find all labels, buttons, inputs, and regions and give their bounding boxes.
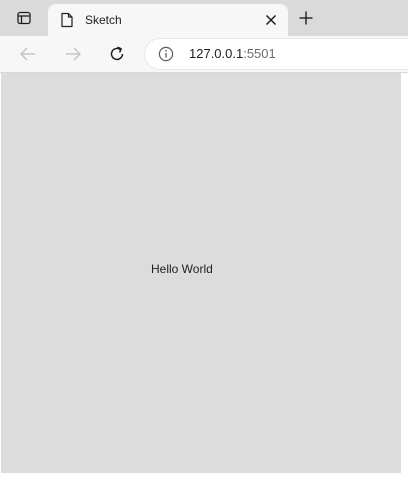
arrow-left-icon bbox=[20, 47, 35, 61]
tab-active[interactable]: Sketch bbox=[48, 4, 288, 36]
arrow-right-icon bbox=[66, 47, 81, 61]
tab-title: Sketch bbox=[85, 13, 122, 27]
info-icon[interactable] bbox=[158, 46, 174, 62]
plus-icon bbox=[299, 11, 313, 25]
url-host: 127.0.0.1 bbox=[189, 46, 244, 61]
url-port: :5501 bbox=[243, 46, 276, 61]
tab-actions-icon bbox=[17, 11, 31, 25]
toolbar: 127.0.0.1:5501 bbox=[0, 36, 408, 72]
forward-button[interactable] bbox=[59, 40, 87, 68]
sketch-canvas[interactable]: Hello World bbox=[1, 73, 401, 473]
browser-window: Sketch 127.0.0.1:5501 Hello World bbox=[0, 0, 408, 480]
back-button[interactable] bbox=[14, 40, 42, 68]
url-text: 127.0.0.1:5501 bbox=[189, 46, 276, 62]
close-icon bbox=[265, 14, 277, 26]
reload-icon bbox=[110, 46, 124, 61]
tab-strip: Sketch bbox=[0, 0, 408, 36]
tab-actions-button[interactable] bbox=[8, 5, 40, 31]
close-tab-button[interactable] bbox=[262, 11, 280, 29]
page-icon bbox=[61, 12, 73, 28]
address-bar[interactable]: 127.0.0.1:5501 bbox=[145, 39, 408, 69]
reload-button[interactable] bbox=[103, 40, 131, 68]
page-viewport: Hello World bbox=[0, 73, 408, 480]
canvas-text: Hello World bbox=[151, 262, 213, 276]
new-tab-button[interactable] bbox=[292, 5, 320, 31]
